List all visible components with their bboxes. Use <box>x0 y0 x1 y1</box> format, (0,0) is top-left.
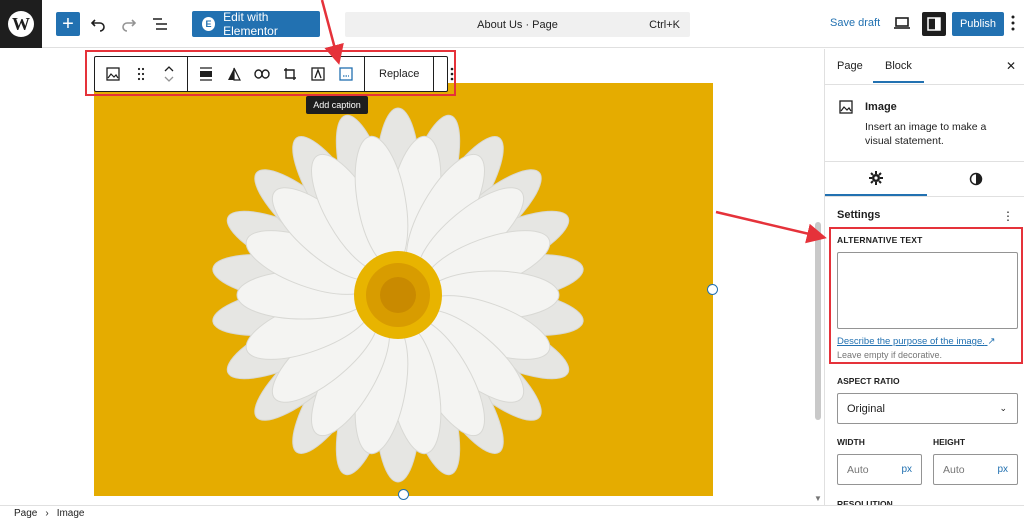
more-vertical-icon <box>1011 15 1015 31</box>
height-placeholder: Auto <box>943 463 965 476</box>
plus-icon: + <box>62 13 74 35</box>
tab-settings[interactable] <box>825 162 927 196</box>
add-block-button[interactable]: + <box>56 12 80 36</box>
breadcrumb-item-image[interactable]: Image <box>57 508 85 519</box>
width-placeholder: Auto <box>847 463 869 476</box>
sidebar-icon <box>927 17 941 31</box>
chevron-down-icon: ⌄ <box>999 403 1007 413</box>
block-subtabs <box>825 162 1024 197</box>
aspect-ratio-label: ASPECT RATIO <box>837 376 900 386</box>
add-caption-tooltip: Add caption <box>306 96 368 114</box>
undo-icon <box>90 19 105 32</box>
breadcrumb-item-page[interactable]: Page <box>14 508 37 519</box>
daisy-flower-image <box>212 107 584 483</box>
settings-heading: Settings <box>837 209 881 221</box>
height-input[interactable]: Auto px <box>933 454 1018 485</box>
document-title: About Us · Page <box>477 18 558 31</box>
width-input[interactable]: Auto px <box>837 454 922 485</box>
publish-button[interactable]: Publish <box>952 12 1004 36</box>
breadcrumb-separator: › <box>45 507 49 519</box>
annotation-box-alt-text <box>829 227 1023 364</box>
scroll-down-arrow-icon[interactable]: ▼ <box>814 494 822 503</box>
document-overview-button[interactable] <box>148 12 172 36</box>
image-block-card-icon <box>839 100 853 114</box>
preview-button[interactable] <box>893 14 911 35</box>
tab-block[interactable]: Block <box>873 60 924 83</box>
annotation-box-toolbar <box>85 50 456 96</box>
height-label: HEIGHT <box>933 437 966 447</box>
top-toolbar: W + E Edit with Elementor About Us · Pag… <box>0 0 1024 48</box>
elementor-icon: E <box>202 17 216 31</box>
block-card-description: Insert an image to make a visual stateme… <box>865 121 987 147</box>
aspect-ratio-value: Original <box>847 402 885 415</box>
edit-with-elementor-button[interactable]: E Edit with Elementor <box>192 10 320 38</box>
resize-handle-bottom[interactable] <box>398 489 409 500</box>
settings-sidebar: Page Block ✕ Image Insert an image to ma… <box>824 49 1024 509</box>
tab-styles[interactable] <box>927 162 1024 196</box>
styles-half-circle-icon <box>969 172 983 186</box>
redo-button[interactable] <box>117 12 141 36</box>
image-block[interactable] <box>94 83 713 496</box>
width-unit[interactable]: px <box>901 464 912 475</box>
gear-icon <box>869 171 883 185</box>
command-palette-bar[interactable]: About Us · Page Ctrl+K <box>345 12 690 37</box>
block-card-title: Image <box>865 101 897 113</box>
breadcrumb: Page › Image <box>0 505 1024 520</box>
settings-toggle-button[interactable] <box>922 12 946 36</box>
save-draft-button[interactable]: Save draft <box>830 17 880 29</box>
tab-page[interactable]: Page <box>837 60 863 72</box>
elementor-button-label: Edit with Elementor <box>223 10 278 38</box>
close-icon[interactable]: ✕ <box>1006 59 1016 73</box>
wordpress-logo[interactable]: W <box>0 0 42 48</box>
height-unit[interactable]: px <box>997 464 1008 475</box>
list-view-icon <box>153 18 167 30</box>
sidebar-tabs: Page Block ✕ <box>825 49 1024 85</box>
redo-icon <box>122 19 137 32</box>
wordpress-icon: W <box>8 11 34 37</box>
settings-options-icon[interactable]: ⋮ <box>1002 209 1014 223</box>
desktop-view-icon <box>894 17 910 29</box>
options-menu-button[interactable] <box>1010 14 1016 35</box>
width-label: WIDTH <box>837 437 865 447</box>
command-shortcut: Ctrl+K <box>649 18 680 31</box>
resize-handle-right[interactable] <box>707 284 718 295</box>
aspect-ratio-select[interactable]: Original ⌄ <box>837 393 1018 424</box>
undo-button[interactable] <box>86 12 110 36</box>
canvas-scrollbar[interactable] <box>815 222 821 420</box>
